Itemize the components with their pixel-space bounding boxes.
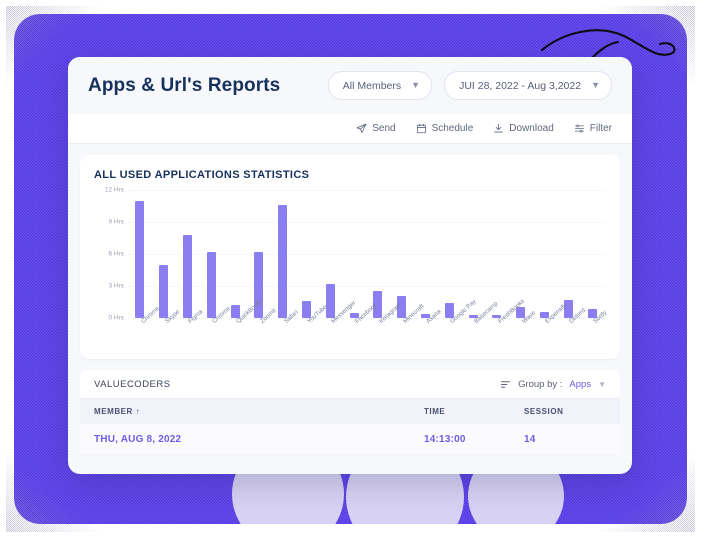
bar-column[interactable] bbox=[295, 190, 319, 318]
x-axis-tick: Skype bbox=[152, 308, 181, 340]
bar-column[interactable] bbox=[533, 190, 557, 318]
members-filter-label: All Members bbox=[342, 79, 402, 92]
bar-column[interactable] bbox=[128, 190, 152, 318]
x-axis-tick: Facebook bbox=[342, 302, 379, 340]
bar-column[interactable] bbox=[390, 190, 414, 318]
filter-icon bbox=[574, 124, 584, 133]
bar-column[interactable] bbox=[580, 190, 604, 318]
header-controls: All Members ▼ JUI 28, 2022 - Aug 3,2022 … bbox=[327, 71, 612, 100]
bar[interactable] bbox=[206, 251, 216, 318]
group-by-value: Apps bbox=[569, 378, 592, 390]
column-header-member[interactable]: MEMBER ↑ bbox=[94, 407, 424, 416]
y-axis-labels: 0 Hrs 3 Hrs 6 Hrs 9 Hrs 12 Hrs bbox=[94, 186, 124, 322]
bar-column[interactable] bbox=[556, 190, 580, 318]
y-axis-tick-label: 3 Hrs bbox=[108, 282, 124, 290]
table-row[interactable]: THU, AUG 8, 2022 14:13:00 14 bbox=[80, 424, 620, 454]
y-axis-tick-label: 6 Hrs bbox=[108, 250, 124, 258]
x-axis-tick: Zoomit bbox=[247, 307, 278, 340]
chart-title: ALL USED APPLICATIONS STATISTICS bbox=[94, 169, 310, 181]
chart-panel: ALL USED APPLICATIONS STATISTICS 0 Hrs 3 … bbox=[80, 155, 620, 359]
bar-column[interactable] bbox=[485, 190, 509, 318]
screenshot-stage: Apps & Url's Reports All Members ▼ JUI 2… bbox=[0, 0, 701, 550]
table-header-row: MEMBER ↑ TIME SESSION bbox=[80, 399, 620, 424]
cell-member[interactable]: THU, AUG 8, 2022 bbox=[94, 434, 424, 445]
y-axis-tick-label: 9 Hrs bbox=[108, 218, 124, 226]
page-title: Apps & Url's Reports bbox=[88, 74, 281, 96]
bar[interactable] bbox=[182, 234, 192, 318]
x-axis-tick: Asana bbox=[414, 308, 443, 340]
filter-label: Filter bbox=[589, 123, 612, 134]
schedule-button[interactable]: Schedule bbox=[416, 123, 474, 134]
x-axis-tick: YouTube bbox=[295, 304, 329, 340]
chevron-down-icon: ▼ bbox=[591, 80, 600, 90]
x-axis-tick: FreshBooks bbox=[485, 298, 526, 340]
x-axis-tick: Chrome bbox=[199, 305, 232, 340]
group-lines-icon bbox=[500, 380, 511, 388]
bar-column[interactable] bbox=[176, 190, 200, 318]
report-card: Apps & Url's Reports All Members ▼ JUI 2… bbox=[68, 57, 632, 474]
bar-column[interactable] bbox=[152, 190, 176, 318]
group-by-label: Group by : bbox=[518, 378, 563, 390]
x-axis-tick: Instagram bbox=[366, 301, 403, 340]
x-axis-tick: Chrome bbox=[128, 305, 161, 340]
date-range-label: JUI 28, 2022 - Aug 3,2022 bbox=[459, 79, 582, 92]
bar-column[interactable] bbox=[414, 190, 438, 318]
x-axis-tick: Messenger bbox=[318, 299, 357, 340]
cell-time: 14:13:00 bbox=[424, 433, 466, 445]
chart-bars bbox=[128, 190, 604, 318]
bar-column[interactable] bbox=[199, 190, 223, 318]
date-range-dropdown[interactable]: JUI 28, 2022 - Aug 3,2022 ▼ bbox=[444, 71, 612, 100]
x-axis-tick: Google Pay bbox=[437, 298, 478, 340]
chevron-down-icon: ▼ bbox=[411, 80, 421, 90]
download-label: Download bbox=[509, 123, 554, 134]
download-icon bbox=[494, 123, 504, 133]
x-axis-tick: Basecamp bbox=[461, 300, 499, 340]
bar-column[interactable] bbox=[342, 190, 366, 318]
column-header-time[interactable]: TIME bbox=[424, 407, 524, 416]
column-header-session[interactable]: SESSION bbox=[524, 407, 606, 416]
chevron-down-icon[interactable]: ▼ bbox=[598, 380, 606, 389]
report-table: MEMBER ↑ TIME SESSION THU, AUG 8, 2022 1… bbox=[80, 399, 620, 454]
bar-column[interactable] bbox=[366, 190, 390, 318]
send-label: Send bbox=[372, 123, 396, 134]
group-by-control[interactable]: Group by : Apps ▼ bbox=[500, 379, 606, 390]
send-icon bbox=[356, 123, 367, 134]
schedule-label: Schedule bbox=[431, 123, 474, 134]
calendar-icon bbox=[416, 123, 426, 134]
bar[interactable] bbox=[325, 283, 335, 318]
members-filter-dropdown[interactable]: All Members ▼ bbox=[327, 71, 433, 100]
x-axis-tick: QuickBooks bbox=[223, 298, 264, 340]
filter-button[interactable]: Filter bbox=[574, 123, 612, 134]
organization-name: VALUECODERS bbox=[94, 378, 171, 390]
x-axis-tick: Delivrd bbox=[556, 307, 587, 340]
card-toolbar: Send Schedule Download Filter bbox=[68, 114, 632, 144]
bar-column[interactable] bbox=[318, 190, 342, 318]
card-header: Apps & Url's Reports All Members ▼ JUI 2… bbox=[68, 57, 632, 114]
sort-ascending-icon: ↑ bbox=[135, 407, 141, 416]
bar[interactable] bbox=[135, 200, 145, 318]
bar[interactable] bbox=[278, 204, 288, 318]
download-button[interactable]: Download bbox=[493, 123, 554, 134]
send-button[interactable]: Send bbox=[356, 123, 396, 134]
column-header-member-label: MEMBER bbox=[94, 407, 133, 416]
bar-column[interactable] bbox=[271, 190, 295, 318]
x-axis-tick: Safari bbox=[271, 309, 300, 340]
x-axis-tick: Sortly bbox=[580, 309, 608, 340]
x-axis-labels: Chrome Skype Figma Chrome QuickBooks Zoomit Sa… bbox=[128, 298, 609, 340]
bar-column[interactable] bbox=[223, 190, 247, 318]
x-axis-tick: Minecraft bbox=[390, 303, 426, 340]
x-axis-tick: Wave bbox=[509, 309, 536, 340]
x-axis-tick: Expensify bbox=[533, 302, 569, 340]
x-axis-tick: Figma bbox=[176, 308, 204, 340]
bar-chart: 0 Hrs 3 Hrs 6 Hrs 9 Hrs 12 Hrs Chrome Skype Fi… bbox=[94, 186, 609, 340]
group-bar: VALUECODERS Group by : Apps ▼ bbox=[80, 370, 620, 399]
bar-column[interactable] bbox=[437, 190, 461, 318]
y-axis-tick-label: 0 Hrs bbox=[108, 314, 124, 322]
y-axis-tick-label: 12 Hrs bbox=[104, 186, 124, 194]
cell-session: 14 bbox=[524, 433, 536, 445]
